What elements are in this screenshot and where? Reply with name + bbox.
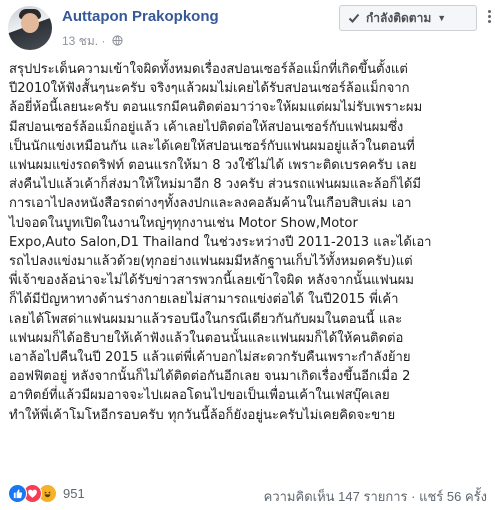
reactions-summary[interactable]: 951	[8, 484, 85, 503]
author-name[interactable]: Auttapon Prakopkong	[62, 8, 219, 25]
more-options-icon[interactable]	[484, 8, 494, 28]
globe-icon[interactable]	[112, 35, 123, 46]
facebook-post: Auttapon Prakopkong 13 ชม. · กำลังติดตาม…	[0, 0, 495, 510]
engagement-stats: ความคิดเห็น 147 รายการ · แชร์ 56 ครั้ง	[263, 489, 487, 504]
author-avatar[interactable]	[8, 6, 52, 50]
like-reaction-icon	[8, 484, 27, 503]
post-timestamp[interactable]: 13 ชม.	[62, 34, 98, 48]
check-icon	[348, 13, 360, 23]
chevron-down-icon: ▼	[437, 13, 447, 23]
share-count-link[interactable]: แชร์ 56 ครั้ง	[419, 489, 487, 504]
comment-count-link[interactable]: ความคิดเห็น 147 รายการ	[264, 489, 408, 504]
following-button[interactable]: กำลังติดตาม ▼	[339, 5, 477, 31]
following-label: กำลังติดตาม	[366, 10, 432, 25]
post-footer: 951 ความคิดเห็น 147 รายการ · แชร์ 56 ครั…	[0, 482, 495, 506]
post-body-text: สรุปประเด็นความเข้าใจผิดทั้งหมดเรื่องสปอ…	[9, 62, 432, 423]
reaction-count: 951	[63, 486, 85, 501]
post-header: Auttapon Prakopkong 13 ชม. · กำลังติดตาม…	[0, 0, 495, 58]
post-meta: 13 ชม. ·	[62, 32, 123, 51]
